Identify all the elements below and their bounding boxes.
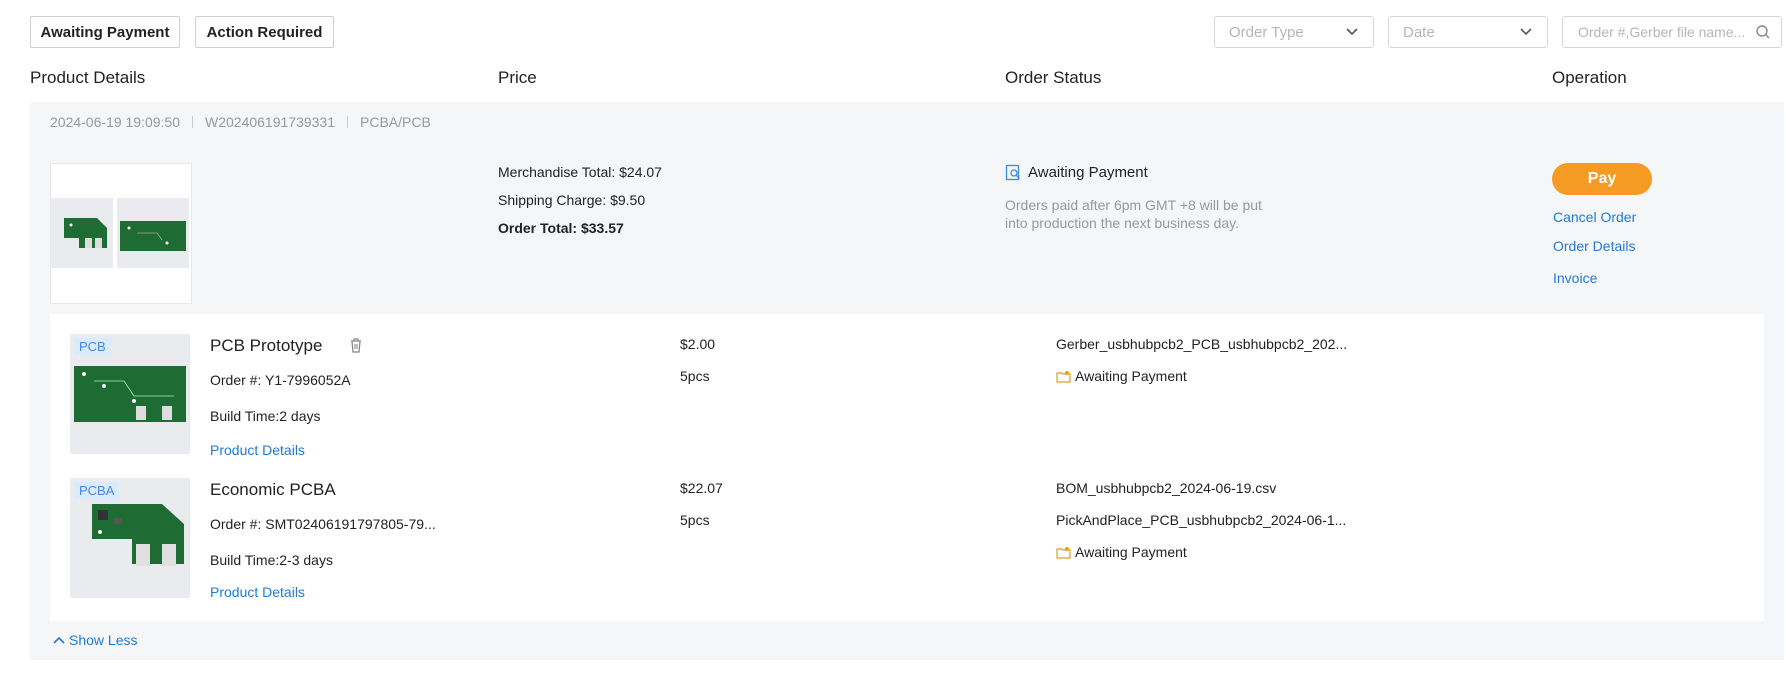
- chevron-down-icon: [1346, 28, 1358, 36]
- item-status-text: Awaiting Payment: [1075, 368, 1187, 384]
- order-meta: 2024-06-19 19:09:50 W202406191739331 PCB…: [50, 114, 431, 130]
- show-less-label: Show Less: [69, 632, 138, 648]
- item-file[interactable]: BOM_usbhubpcb2_2024-06-19.csv: [1056, 480, 1276, 496]
- order-status: Awaiting Payment: [1005, 164, 1148, 181]
- item-build-time: Build Time:2 days: [210, 408, 321, 424]
- column-price: Price: [498, 68, 537, 87]
- order-items: [50, 314, 1764, 621]
- date-placeholder: Date: [1403, 23, 1435, 41]
- cancel-order-link[interactable]: Cancel Order: [1553, 209, 1636, 225]
- order-status-text: Awaiting Payment: [1028, 164, 1148, 181]
- item-status: Awaiting Payment: [1056, 368, 1187, 384]
- merchandise-total: Merchandise Total: $24.07: [498, 164, 662, 180]
- awaiting-payment-filter-button[interactable]: Awaiting Payment: [30, 16, 180, 48]
- item-order-number: Order #: SMT02406191797805-79...: [210, 516, 436, 532]
- shipping-charge: Shipping Charge: $9.50: [498, 192, 646, 208]
- item-tag: PCB: [74, 338, 111, 355]
- item-quantity: 5pcs: [680, 512, 710, 528]
- order-thumbnail: [50, 163, 192, 304]
- folder-icon: [1056, 546, 1071, 559]
- order-total: Order Total: $33.57: [498, 220, 624, 236]
- pcba-product-image: PCBA: [70, 478, 190, 598]
- chevron-up-icon: [53, 636, 65, 644]
- item-order-number: Order #: Y1-7996052A: [210, 372, 351, 388]
- pcb-mini-image: [117, 198, 189, 268]
- column-order-status: Order Status: [1005, 68, 1102, 87]
- invoice-link[interactable]: Invoice: [1553, 270, 1597, 286]
- divider: [347, 116, 349, 128]
- pay-button[interactable]: Pay: [1552, 163, 1652, 195]
- item-status: Awaiting Payment: [1056, 544, 1187, 560]
- item-price: $22.07: [680, 480, 723, 496]
- order-number: W202406191739331: [205, 114, 336, 130]
- magnifier-doc-icon: [1005, 164, 1020, 181]
- pcb-product-image: PCB: [70, 334, 190, 454]
- item-file[interactable]: Gerber_usbhubpcb2_PCB_usbhubpcb2_202...: [1056, 336, 1347, 352]
- order-type-select[interactable]: Order Type: [1214, 16, 1374, 48]
- action-required-filter-button[interactable]: Action Required: [195, 16, 334, 48]
- order-type: PCBA/PCB: [360, 114, 431, 130]
- status-note-line1: Orders paid after 6pm GMT +8 will be put: [1005, 197, 1262, 213]
- status-note-line2: into production the next business day.: [1005, 215, 1240, 231]
- product-details-link[interactable]: Product Details: [210, 442, 305, 458]
- item-quantity: 5pcs: [680, 368, 710, 384]
- product-details-link[interactable]: Product Details: [210, 584, 305, 600]
- search-icon: [1756, 25, 1770, 39]
- item-tag: PCBA: [74, 482, 120, 499]
- item-file[interactable]: PickAndPlace_PCB_usbhubpcb2_2024-06-1...: [1056, 512, 1346, 528]
- chevron-down-icon: [1520, 28, 1532, 36]
- item-build-time: Build Time:2-3 days: [210, 552, 333, 568]
- divider: [192, 116, 193, 128]
- folder-icon: [1056, 370, 1071, 383]
- item-title: Economic PCBA: [210, 480, 336, 499]
- item-title: PCB Prototype: [210, 336, 323, 355]
- date-select[interactable]: Date: [1388, 16, 1548, 48]
- order-details-link[interactable]: Order Details: [1553, 238, 1635, 254]
- column-product-details: Product Details: [30, 68, 146, 87]
- item-price: $2.00: [680, 336, 716, 352]
- order-type-placeholder: Order Type: [1229, 23, 1304, 41]
- search-input[interactable]: Order #,Gerber file name...: [1562, 16, 1782, 48]
- search-placeholder: Order #,Gerber file name...: [1578, 24, 1746, 40]
- show-less-toggle[interactable]: Show Less: [52, 632, 137, 648]
- order-date: 2024-06-19 19:09:50: [50, 114, 180, 130]
- column-operation: Operation: [1552, 68, 1627, 87]
- trash-icon[interactable]: [349, 337, 363, 353]
- item-status-text: Awaiting Payment: [1075, 544, 1187, 560]
- status-note: Orders paid after 6pm GMT +8 will be put…: [1005, 196, 1262, 232]
- pcba-mini-image: [51, 198, 113, 268]
